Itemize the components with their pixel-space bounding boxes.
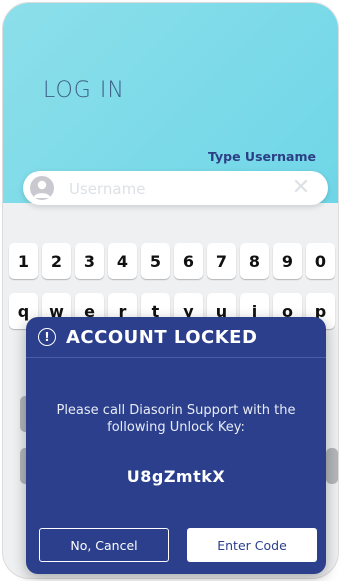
enter-code-button[interactable]: Enter Code <box>187 528 317 562</box>
key-8[interactable]: 8 <box>240 243 269 279</box>
username-label: Type Username <box>207 149 316 164</box>
number-key-row: 1 2 3 4 5 6 7 8 9 0 <box>9 243 335 279</box>
user-avatar-icon <box>30 176 54 200</box>
key-4[interactable]: 4 <box>108 243 137 279</box>
username-field[interactable]: ✕ <box>23 171 328 205</box>
key-1[interactable]: 1 <box>9 243 38 279</box>
alert-circle-icon: ! <box>38 328 56 346</box>
enter-key[interactable] <box>326 448 338 484</box>
key-0[interactable]: 0 <box>306 243 335 279</box>
key-6[interactable]: 6 <box>174 243 203 279</box>
page-title: LOG IN <box>43 78 125 103</box>
key-9[interactable]: 9 <box>273 243 302 279</box>
key-2[interactable]: 2 <box>42 243 71 279</box>
dialog-message: Please call Diasorin Support with the fo… <box>56 403 296 435</box>
dialog-title: ACCOUNT LOCKED <box>66 326 258 348</box>
unlock-key: U8gZmtkX <box>126 467 226 486</box>
account-locked-dialog: ! ACCOUNT LOCKED Please call Diasorin Su… <box>26 317 326 574</box>
dialog-header: ! ACCOUNT LOCKED <box>26 317 326 357</box>
key-3[interactable]: 3 <box>75 243 104 279</box>
close-icon[interactable]: ✕ <box>290 177 312 199</box>
username-input[interactable] <box>67 176 291 202</box>
cancel-button[interactable]: No, Cancel <box>39 528 169 562</box>
dialog-divider <box>26 357 326 358</box>
key-7[interactable]: 7 <box>207 243 236 279</box>
key-5[interactable]: 5 <box>141 243 170 279</box>
